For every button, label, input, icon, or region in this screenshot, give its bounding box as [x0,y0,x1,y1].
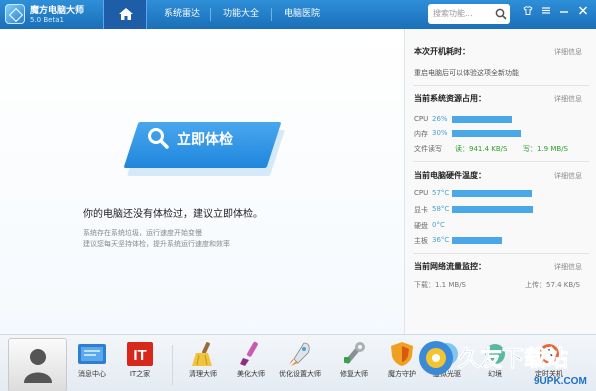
search-button[interactable] [491,4,510,24]
disk-io-label: 文件读写 [414,145,442,153]
board-temp-bar [452,237,503,244]
main-panel: 立即体检 你的电脑还没有体检过，建议立即体检。 系统存在系统垃圾，运行速度开始变… [0,29,404,334]
divider [413,85,589,86]
user-avatar-button[interactable] [8,338,67,391]
boot-time-title: 本次开机耗时： [414,47,470,56]
optimize-button[interactable]: 优化设置大师 [277,341,323,391]
tip-line: 系统存在系统垃圾，运行速度开始变慢 [83,229,202,237]
disk-read-value: 读：941.4 KB/S [455,145,508,153]
cpu-temp-label: CPU [414,189,429,197]
ithome-icon: IT [127,342,153,366]
cpu-usage-value: 26% [432,115,448,123]
tab-pc-hospital[interactable]: 电脑医院 [273,0,331,29]
repair-button[interactable]: 修复大师 [331,341,377,391]
tab-home[interactable] [103,0,147,29]
download-speed: 下载：1.1 MB/S [414,281,467,289]
user-avatar-icon [24,349,52,383]
gpu-temp-bar [452,206,534,213]
paintbrush-icon [240,341,258,366]
memory-usage-bar [452,130,521,137]
magnifier-icon [148,128,169,149]
cleaner-button[interactable]: 清理大师 [180,341,226,391]
tab-system-radar[interactable]: 系统雷达 [155,0,209,29]
beautify-label: 美化大师 [237,370,265,378]
tab-features[interactable]: 功能大全 [212,0,270,29]
message-center-icon [78,344,106,364]
resources-details-link[interactable]: 详细信息 [554,94,582,104]
cpu-usage-bar [452,116,512,123]
cpu-usage-label: CPU [414,115,429,123]
network-details-link[interactable]: 详细信息 [554,262,582,272]
temperature-title: 当前电脑硬件温度： [414,171,486,180]
network-title: 当前网络流量监控： [414,262,486,271]
skin-button[interactable] [520,0,536,20]
watermark: 久友下载站 9UPK.COM [419,341,587,387]
tip-line: 建议您每天坚持体检，提升系统运行速度和效率 [83,240,230,248]
cpu-temp-bar [452,190,532,197]
ithome-button[interactable]: IT IT之家 [117,341,163,391]
temperature-details-link[interactable]: 详细信息 [554,171,582,181]
disk-write-value: 写：1.9 MB/S [523,145,569,153]
optimize-label: 优化设置大师 [279,370,321,378]
beautify-button[interactable]: 美化大师 [228,341,274,391]
search-icon [495,8,507,20]
search-input[interactable]: 搜索功能... [428,4,491,24]
watermark-url: 9UPK.COM [534,376,587,387]
app-logo-icon [5,4,25,24]
gpu-temp-label: 显卡 [414,206,428,214]
toolbar-divider [172,345,173,385]
title-bar: 魔方电脑大师 5.0 Beta1 系统雷达 功能大全 电脑医院 搜索功能... [0,0,596,29]
close-button[interactable] [575,0,591,20]
board-temp-value: 36°C [432,236,450,244]
minimize-icon [560,11,568,13]
skin-icon [523,6,533,15]
cpu-temp-value: 57°C [432,189,450,197]
menu-button[interactable] [538,0,554,20]
resources-title: 当前系统资源占用： [414,94,486,103]
wrench-icon [344,342,365,364]
menu-icon [542,7,550,14]
boot-time-text: 重启电脑后可以体验这项全新功能 [414,69,519,77]
ithome-logo-text: IT [133,347,146,364]
message-center-label: 消息中心 [78,370,106,378]
check-now-label: 立即体检 [177,132,233,148]
divider [413,253,589,254]
message-center-button[interactable]: 消息中心 [69,341,115,391]
cleaner-label: 清理大师 [189,370,217,378]
divider [413,161,589,162]
repair-label: 修复大师 [340,370,368,378]
info-panel: 本次开机耗时： 详细信息 重启电脑后可以体验这项全新功能 当前系统资源占用： 详… [404,29,596,334]
home-icon [119,8,133,20]
boot-details-link[interactable]: 详细信息 [554,47,582,57]
nav-divider [210,8,211,21]
upload-speed: 上传：57.4 KB/S [525,281,581,289]
minimize-button[interactable] [556,0,572,20]
nav-divider [271,8,272,21]
gpu-temp-value: 58°C [432,205,450,213]
rocket-icon [289,342,310,366]
disk-temp-value: 0°C [432,221,445,229]
disk-temp-label: 硬盘 [414,222,428,230]
ithome-label: IT之家 [129,370,151,378]
app-version: 5.0 Beta1 [30,16,64,24]
memory-usage-value: 30% [432,129,448,137]
broom-icon [192,342,212,366]
board-temp-label: 主板 [414,237,428,245]
app-name: 魔方电脑大师 [30,6,85,16]
memory-usage-label: 内存 [414,130,428,138]
close-icon [579,6,587,15]
status-message: 你的电脑还没有体检过，建议立即体检。 [83,209,263,220]
watermark-text: 久友下载站 [458,346,568,372]
